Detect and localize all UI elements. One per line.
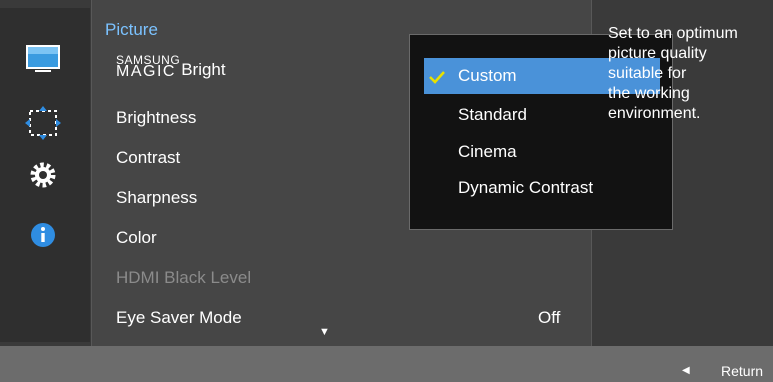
return-button[interactable]: Return: [721, 363, 763, 379]
description-line: picture quality: [608, 45, 707, 62]
eye-saver-mode-value: Off: [538, 308, 561, 327]
info-icon[interactable]: [25, 218, 65, 252]
option-dynamic-contrast[interactable]: Dynamic Contrast: [458, 178, 593, 198]
position-icon[interactable]: [25, 106, 65, 140]
menu-item-hdmi-black-level: HDMI Black Level: [116, 268, 252, 287]
option-standard[interactable]: Standard: [458, 105, 527, 125]
description-line: suitable for: [608, 65, 687, 82]
osd-screen: Picture SAMSUNG MAGIC Bright Brightness …: [0, 0, 773, 382]
description-line: the working: [608, 85, 690, 102]
footer-bar: ◀ Return: [0, 346, 773, 382]
menu-item-magic-bright[interactable]: SAMSUNG MAGIC Bright: [116, 54, 226, 80]
check-icon: [429, 71, 445, 84]
left-arrow-icon[interactable]: ◀: [682, 365, 690, 376]
magic-bright-logo: SAMSUNG MAGIC: [116, 54, 180, 80]
menu-item-eye-saver-mode[interactable]: Eye Saver Mode: [116, 308, 242, 328]
magic-bright-suffix: Bright: [181, 60, 226, 79]
menu-item-color[interactable]: Color: [116, 228, 157, 248]
picture-menu: Picture SAMSUNG MAGIC Bright Brightness …: [91, 0, 673, 346]
option-custom[interactable]: Custom: [458, 66, 517, 86]
down-arrow-icon[interactable]: ▼: [319, 326, 330, 338]
menu-item-sharpness[interactable]: Sharpness: [116, 188, 197, 208]
menu-item-contrast[interactable]: Contrast: [116, 148, 180, 168]
picture-icon[interactable]: [25, 44, 65, 78]
description-line: environment.: [608, 105, 701, 122]
category-rail: [0, 8, 90, 342]
option-cinema[interactable]: Cinema: [458, 142, 517, 162]
menu-item-brightness[interactable]: Brightness: [116, 108, 196, 128]
magic-brand-big: MAGIC: [116, 63, 176, 80]
gear-icon[interactable]: [25, 158, 65, 192]
menu-title: Picture: [105, 20, 158, 39]
description-line: Set to an optimum: [608, 25, 738, 42]
help-description: Set to an optimum picture quality suitab…: [608, 24, 768, 124]
